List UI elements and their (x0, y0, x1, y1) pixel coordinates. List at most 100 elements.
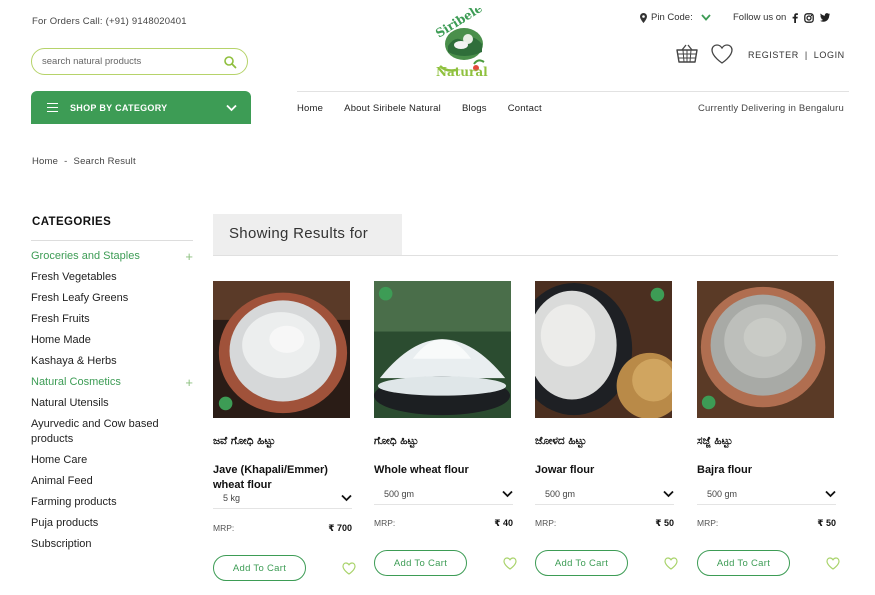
quantity-value: 500 gm (545, 489, 576, 499)
mrp-label: MRP: (374, 518, 396, 528)
product-name[interactable]: Jowar flour (535, 463, 678, 478)
category-item[interactable]: Fresh Vegetables (31, 267, 193, 288)
follow-us: Follow us on (733, 12, 831, 23)
product-price: ₹ 700 (328, 523, 352, 533)
add-to-cart-button[interactable]: Add To Cart (697, 550, 790, 576)
product-name[interactable]: Bajra flour (697, 463, 840, 478)
quantity-select[interactable]: 500 gm (697, 489, 836, 505)
expand-plus-icon[interactable]: + (185, 250, 193, 263)
nav-item-contact[interactable]: Contact (508, 103, 542, 114)
pin-code-selector[interactable]: Pin Code: (640, 12, 711, 23)
breadcrumb: Home - Search Result (32, 156, 136, 167)
product-image[interactable] (697, 281, 834, 418)
category-item[interactable]: Home Care (31, 450, 193, 471)
category-item[interactable]: Subscription (31, 534, 193, 555)
heart-icon[interactable] (342, 562, 356, 575)
wishlist-heart-icon[interactable] (710, 43, 734, 65)
product-name-kannada: ಗೋಧಿ ಹಿಟ್ಟು (374, 435, 419, 447)
results-title: Showing Results for (229, 225, 369, 242)
product-name[interactable]: Jave (Khapali/Emmer) wheat flour (213, 463, 356, 493)
chevron-down-icon (226, 104, 237, 111)
add-to-cart-button[interactable]: Add To Cart (535, 550, 628, 576)
auth-separator: | (804, 50, 808, 60)
quantity-value: 5 kg (223, 493, 241, 503)
orders-phone-text: For Orders Call: (+91) 9148020401 (32, 16, 187, 27)
category-item[interactable]: Farming products (31, 492, 193, 513)
add-to-cart-button[interactable]: Add To Cart (374, 550, 467, 576)
facebook-icon[interactable] (792, 12, 799, 23)
follow-us-label: Follow us on (733, 12, 787, 23)
category-item[interactable]: Groceries and Staples + (31, 246, 193, 267)
price-row: MRP: ₹ 50 (697, 518, 836, 529)
product-name-kannada: ಸಜ್ಜೆ ಹಿಟ್ಟು (697, 435, 733, 447)
category-item[interactable]: Home Made (31, 330, 193, 351)
results-divider (213, 255, 838, 256)
search-icon[interactable] (223, 55, 237, 69)
add-to-cart-button[interactable]: Add To Cart (213, 555, 306, 581)
category-item[interactable]: Fresh Leafy Greens (31, 288, 193, 309)
breadcrumb-home[interactable]: Home (32, 156, 58, 167)
cart-icon[interactable] (676, 44, 698, 64)
nav-item-home[interactable]: Home (297, 103, 323, 114)
price-row: MRP: ₹ 40 (374, 518, 513, 529)
product-image[interactable] (213, 281, 350, 418)
heart-icon[interactable] (503, 557, 517, 570)
location-pin-icon (640, 12, 647, 23)
category-item[interactable]: Fresh Fruits (31, 309, 193, 330)
heart-icon[interactable] (664, 557, 678, 570)
category-item[interactable]: Ayurvedic and Cow based products (31, 414, 193, 450)
mrp-label: MRP: (697, 518, 719, 528)
quantity-select[interactable]: 5 kg (213, 493, 352, 509)
category-item[interactable]: Kashaya & Herbs (31, 351, 193, 372)
product-price: ₹ 50 (655, 518, 674, 528)
siribele-natural-logo[interactable]: Siribele Natural (428, 8, 500, 82)
mrp-label: MRP: (213, 523, 235, 533)
product-card: ಜೋಳದ ಹಿಟ್ಟು Jowar flour 500 gm MRP: ₹ 50… (515, 281, 683, 576)
quantity-select[interactable]: 500 gm (535, 489, 674, 505)
category-item[interactable]: Natural Cosmetics + (31, 372, 193, 393)
shop-by-category-button[interactable]: SHOP BY CATEGORY (31, 91, 251, 124)
product-price: ₹ 40 (494, 518, 513, 528)
search-input[interactable] (42, 56, 223, 67)
mrp-label: MRP: (535, 518, 557, 528)
price-row: MRP: ₹ 700 (213, 523, 352, 534)
chevron-down-icon (701, 14, 711, 21)
chevron-down-icon (663, 490, 674, 498)
chevron-down-icon (341, 494, 352, 502)
register-link[interactable]: REGISTER (748, 50, 799, 60)
instagram-icon[interactable] (804, 12, 815, 23)
categories-divider (31, 240, 193, 241)
login-link[interactable]: LOGIN (814, 50, 845, 60)
breadcrumb-current: Search Result (73, 156, 136, 167)
nav-item-about[interactable]: About Siribele Natural (344, 103, 441, 114)
expand-plus-icon[interactable]: + (185, 376, 193, 389)
product-name[interactable]: Whole wheat flour (374, 463, 517, 478)
category-item[interactable]: Animal Feed (31, 471, 193, 492)
menu-icon (47, 100, 58, 115)
quantity-select[interactable]: 500 gm (374, 489, 513, 505)
twitter-icon[interactable] (820, 13, 831, 22)
product-card: ಗೋಧಿ ಹಿಟ್ಟು Whole wheat flour 500 gm MRP… (374, 281, 517, 576)
account-links: REGISTER | LOGIN (748, 50, 845, 60)
categories-title: CATEGORIES (32, 216, 112, 228)
chevron-down-icon (502, 490, 513, 498)
product-image[interactable] (374, 281, 511, 418)
nav-item-blogs[interactable]: Blogs (462, 103, 487, 114)
product-price: ₹ 50 (817, 518, 836, 528)
quantity-value: 500 gm (707, 489, 738, 499)
category-item[interactable]: Puja products (31, 513, 193, 534)
price-row: MRP: ₹ 50 (535, 518, 674, 529)
svg-text:Natural: Natural (436, 65, 488, 79)
pin-code-label: Pin Code: (651, 12, 693, 23)
delivery-location-text: Currently Delivering in Bengaluru (698, 103, 845, 114)
search-box[interactable] (31, 48, 248, 75)
main-nav: Home About Siribele Natural Blogs Contac… (297, 103, 542, 114)
product-card: ಸಜ್ಜೆ ಹಿಟ್ಟು Bajra flour 500 gm MRP: ₹ 5… (697, 281, 840, 576)
product-card: ಜವೆ ಗೋಧಿ ಹಿಟ್ಟು Jave (Khapali/Emmer) whe… (213, 281, 356, 581)
category-list: Groceries and Staples + Fresh Vegetables … (31, 246, 193, 555)
category-item[interactable]: Natural Utensils (31, 393, 193, 414)
heart-icon[interactable] (826, 557, 840, 570)
product-image[interactable] (515, 281, 683, 419)
chevron-down-icon (825, 490, 836, 498)
shop-by-category-label: SHOP BY CATEGORY (70, 102, 168, 113)
